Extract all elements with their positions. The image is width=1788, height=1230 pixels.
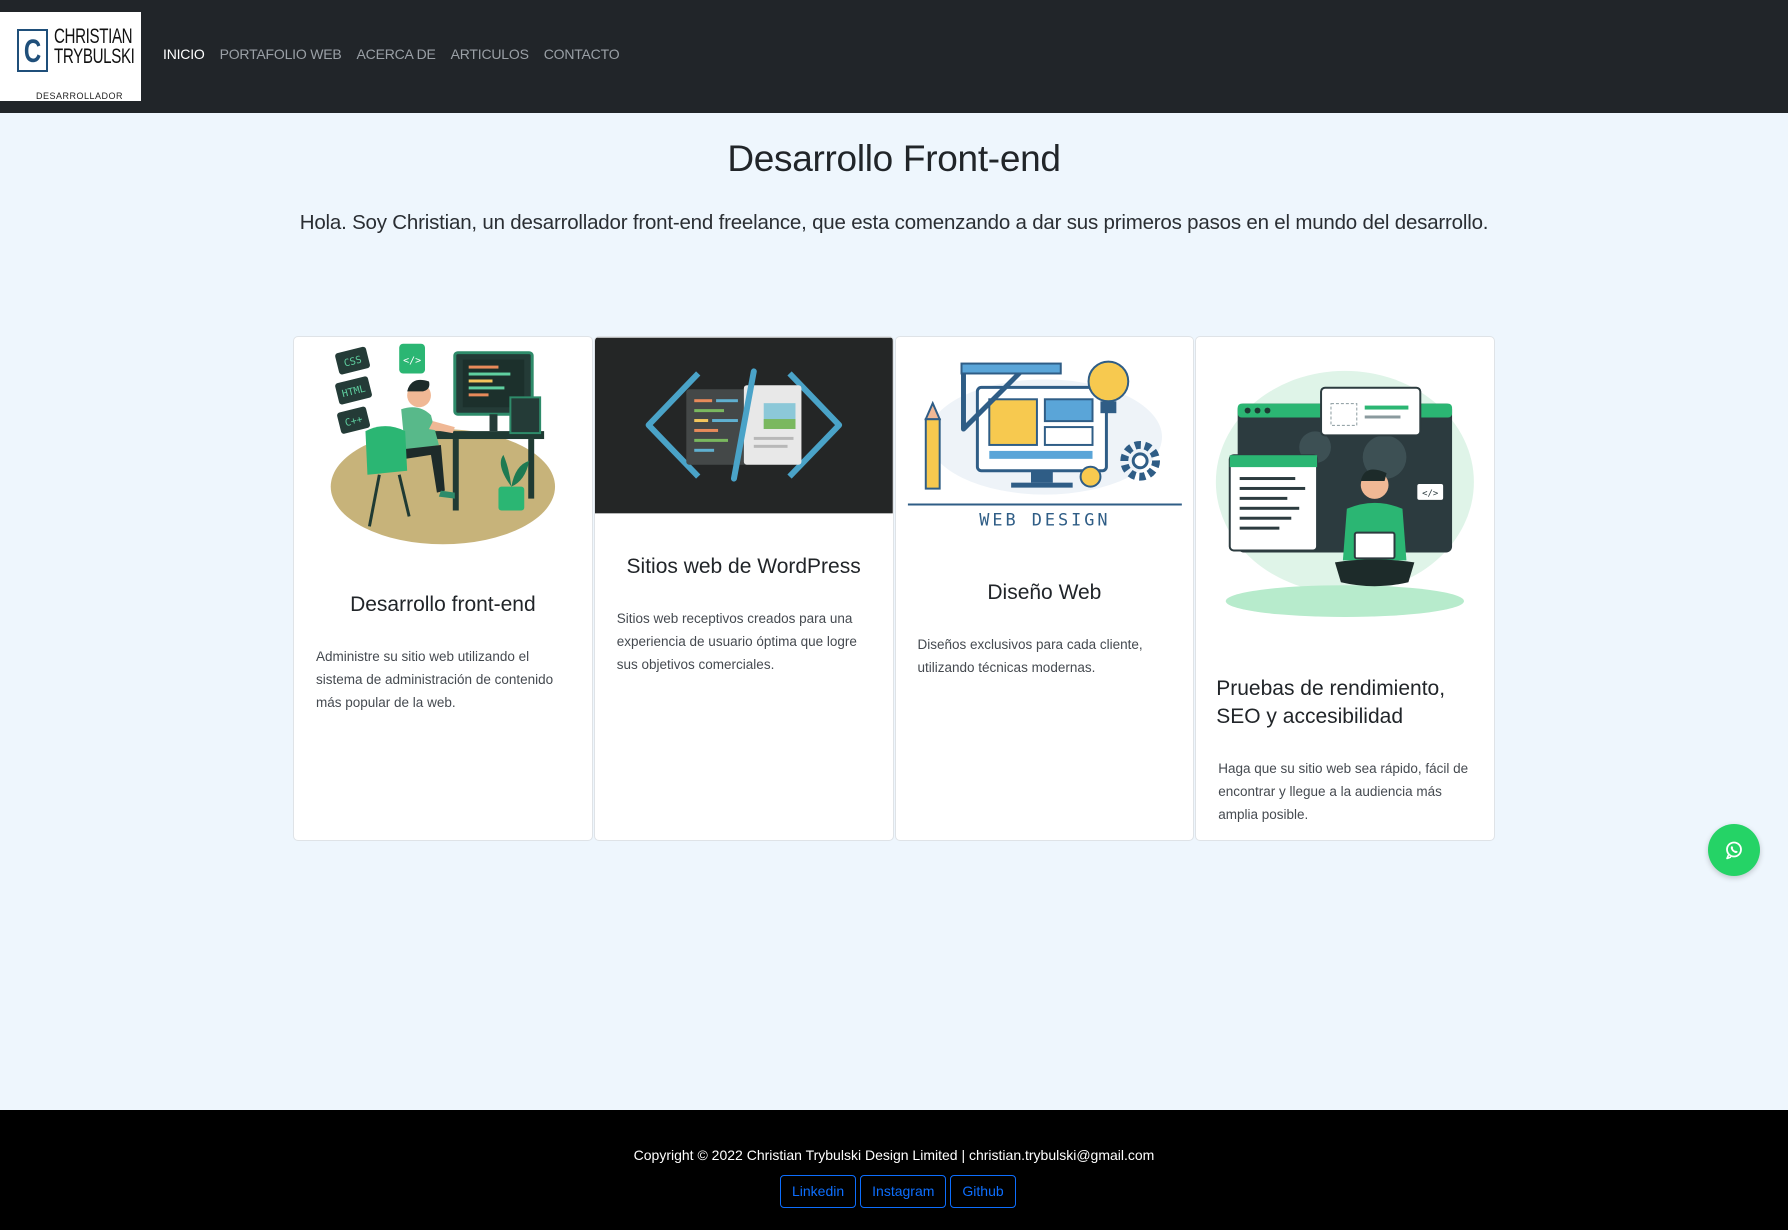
service-card-web-design: WEB DESIGN Diseño Web Diseños exclusivos… <box>894 336 1195 841</box>
footer-copyright: Copyright © 2022 Christian Trybulski Des… <box>633 1147 1155 1163</box>
developer-with-laptop-illustration: </> <box>1216 370 1475 617</box>
service-card-frontend: CSS HTML C++ </> Desarrollo front-end Ad… <box>293 336 593 841</box>
brand-tagline: DESARROLLADOR <box>36 91 124 101</box>
svg-text:</>: </> <box>403 356 421 367</box>
card-text: Sitios web receptivos creados para una e… <box>616 611 857 672</box>
svg-text:WEB DESIGN: WEB DESIGN <box>979 509 1110 529</box>
brand-name: CHRISTIAN TRYBULSKI <box>54 25 135 68</box>
linkedin-link[interactable]: Linkedin <box>780 1175 857 1208</box>
brand-logo[interactable]: C CHRISTIAN TRYBULSKI DESARROLLADOR <box>0 12 141 101</box>
whatsapp-icon <box>1726 841 1742 860</box>
web-design-illustration: WEB DESIGN <box>895 337 1194 537</box>
hero-subtitle: Hola. Soy Christian, un desarrollador fr… <box>299 211 1489 234</box>
instagram-link[interactable]: Instagram <box>860 1175 947 1208</box>
svg-text:</>: </> <box>1422 489 1438 499</box>
card-title: Desarrollo front-end <box>350 593 536 616</box>
service-card-performance: </> Pruebas de rendimiento, SEO y accesi… <box>1195 336 1495 841</box>
card-text: Haga que su sitio web sea rápido, fácil … <box>1218 761 1469 822</box>
page-title: Desarrollo Front-end <box>727 138 1061 179</box>
card-title: Pruebas de rendimiento, SEO y accesibili… <box>1216 677 1446 728</box>
footer: Copyright © 2022 Christian Trybulski Des… <box>0 1110 1788 1230</box>
card-title: Sitios web de WordPress <box>626 555 861 578</box>
social-links: Linkedin Instagram Github <box>780 1175 1020 1208</box>
navbar: C CHRISTIAN TRYBULSKI DESARROLLADOR INIC… <box>0 0 1788 113</box>
card-text: Administre su sitio web utilizando el si… <box>316 649 554 710</box>
card-title: Diseño Web <box>987 581 1102 604</box>
nav-item-articulos[interactable]: ARTICULOS <box>451 46 529 62</box>
card-text: Diseños exclusivos para cada cliente, ut… <box>917 637 1143 675</box>
whatsapp-button[interactable] <box>1708 824 1760 876</box>
services-cards: CSS HTML C++ </> Desarrollo front-end Ad… <box>293 336 1496 841</box>
developer-at-desk-illustration: CSS HTML C++ </> <box>330 343 556 545</box>
main-nav: INICIO PORTAFOLIO WEB ACERCA DE ARTICULO… <box>163 46 634 62</box>
github-link[interactable]: Github <box>950 1175 1016 1208</box>
nav-item-inicio[interactable]: INICIO <box>163 46 205 62</box>
code-brackets-illustration <box>594 337 893 514</box>
nav-item-contacto[interactable]: CONTACTO <box>544 46 620 62</box>
nav-item-acerca-de[interactable]: ACERCA DE <box>357 46 436 62</box>
logo-mark-icon: C <box>17 29 48 72</box>
service-card-wordpress: Sitios web de WordPress Sitios web recep… <box>593 336 894 841</box>
nav-item-portafolio-web[interactable]: PORTAFOLIO WEB <box>220 46 342 62</box>
